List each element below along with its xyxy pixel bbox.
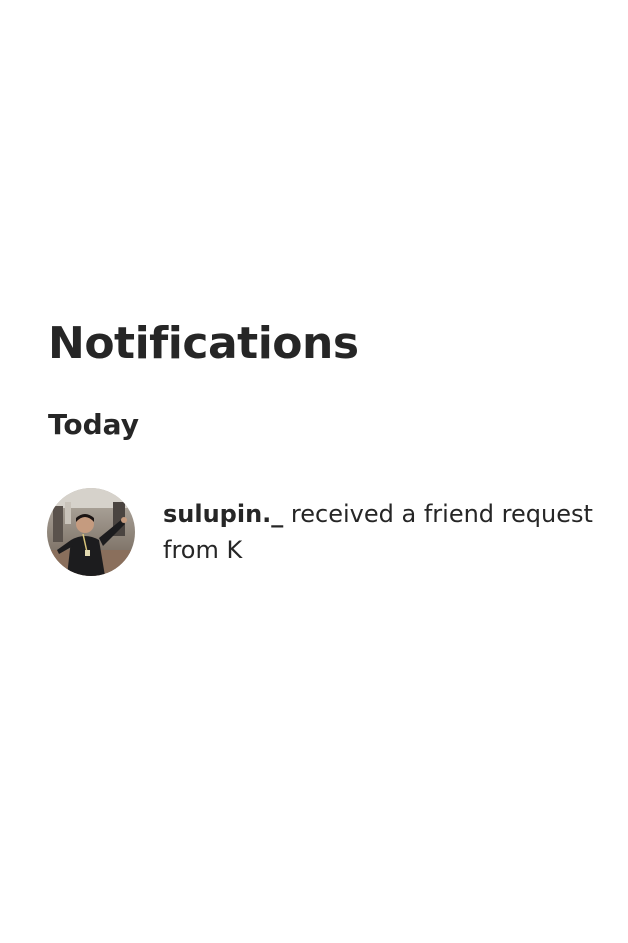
notification-item[interactable]: sulupin._ received a friend request from…	[47, 486, 607, 578]
section-header-today: Today	[48, 408, 139, 441]
page-title: Notifications	[48, 318, 359, 369]
user-avatar-photo-icon	[47, 488, 135, 576]
avatar[interactable]	[47, 488, 135, 576]
notification-text: sulupin._ received a friend request from…	[163, 496, 607, 568]
notification-username[interactable]: sulupin._	[163, 500, 283, 528]
